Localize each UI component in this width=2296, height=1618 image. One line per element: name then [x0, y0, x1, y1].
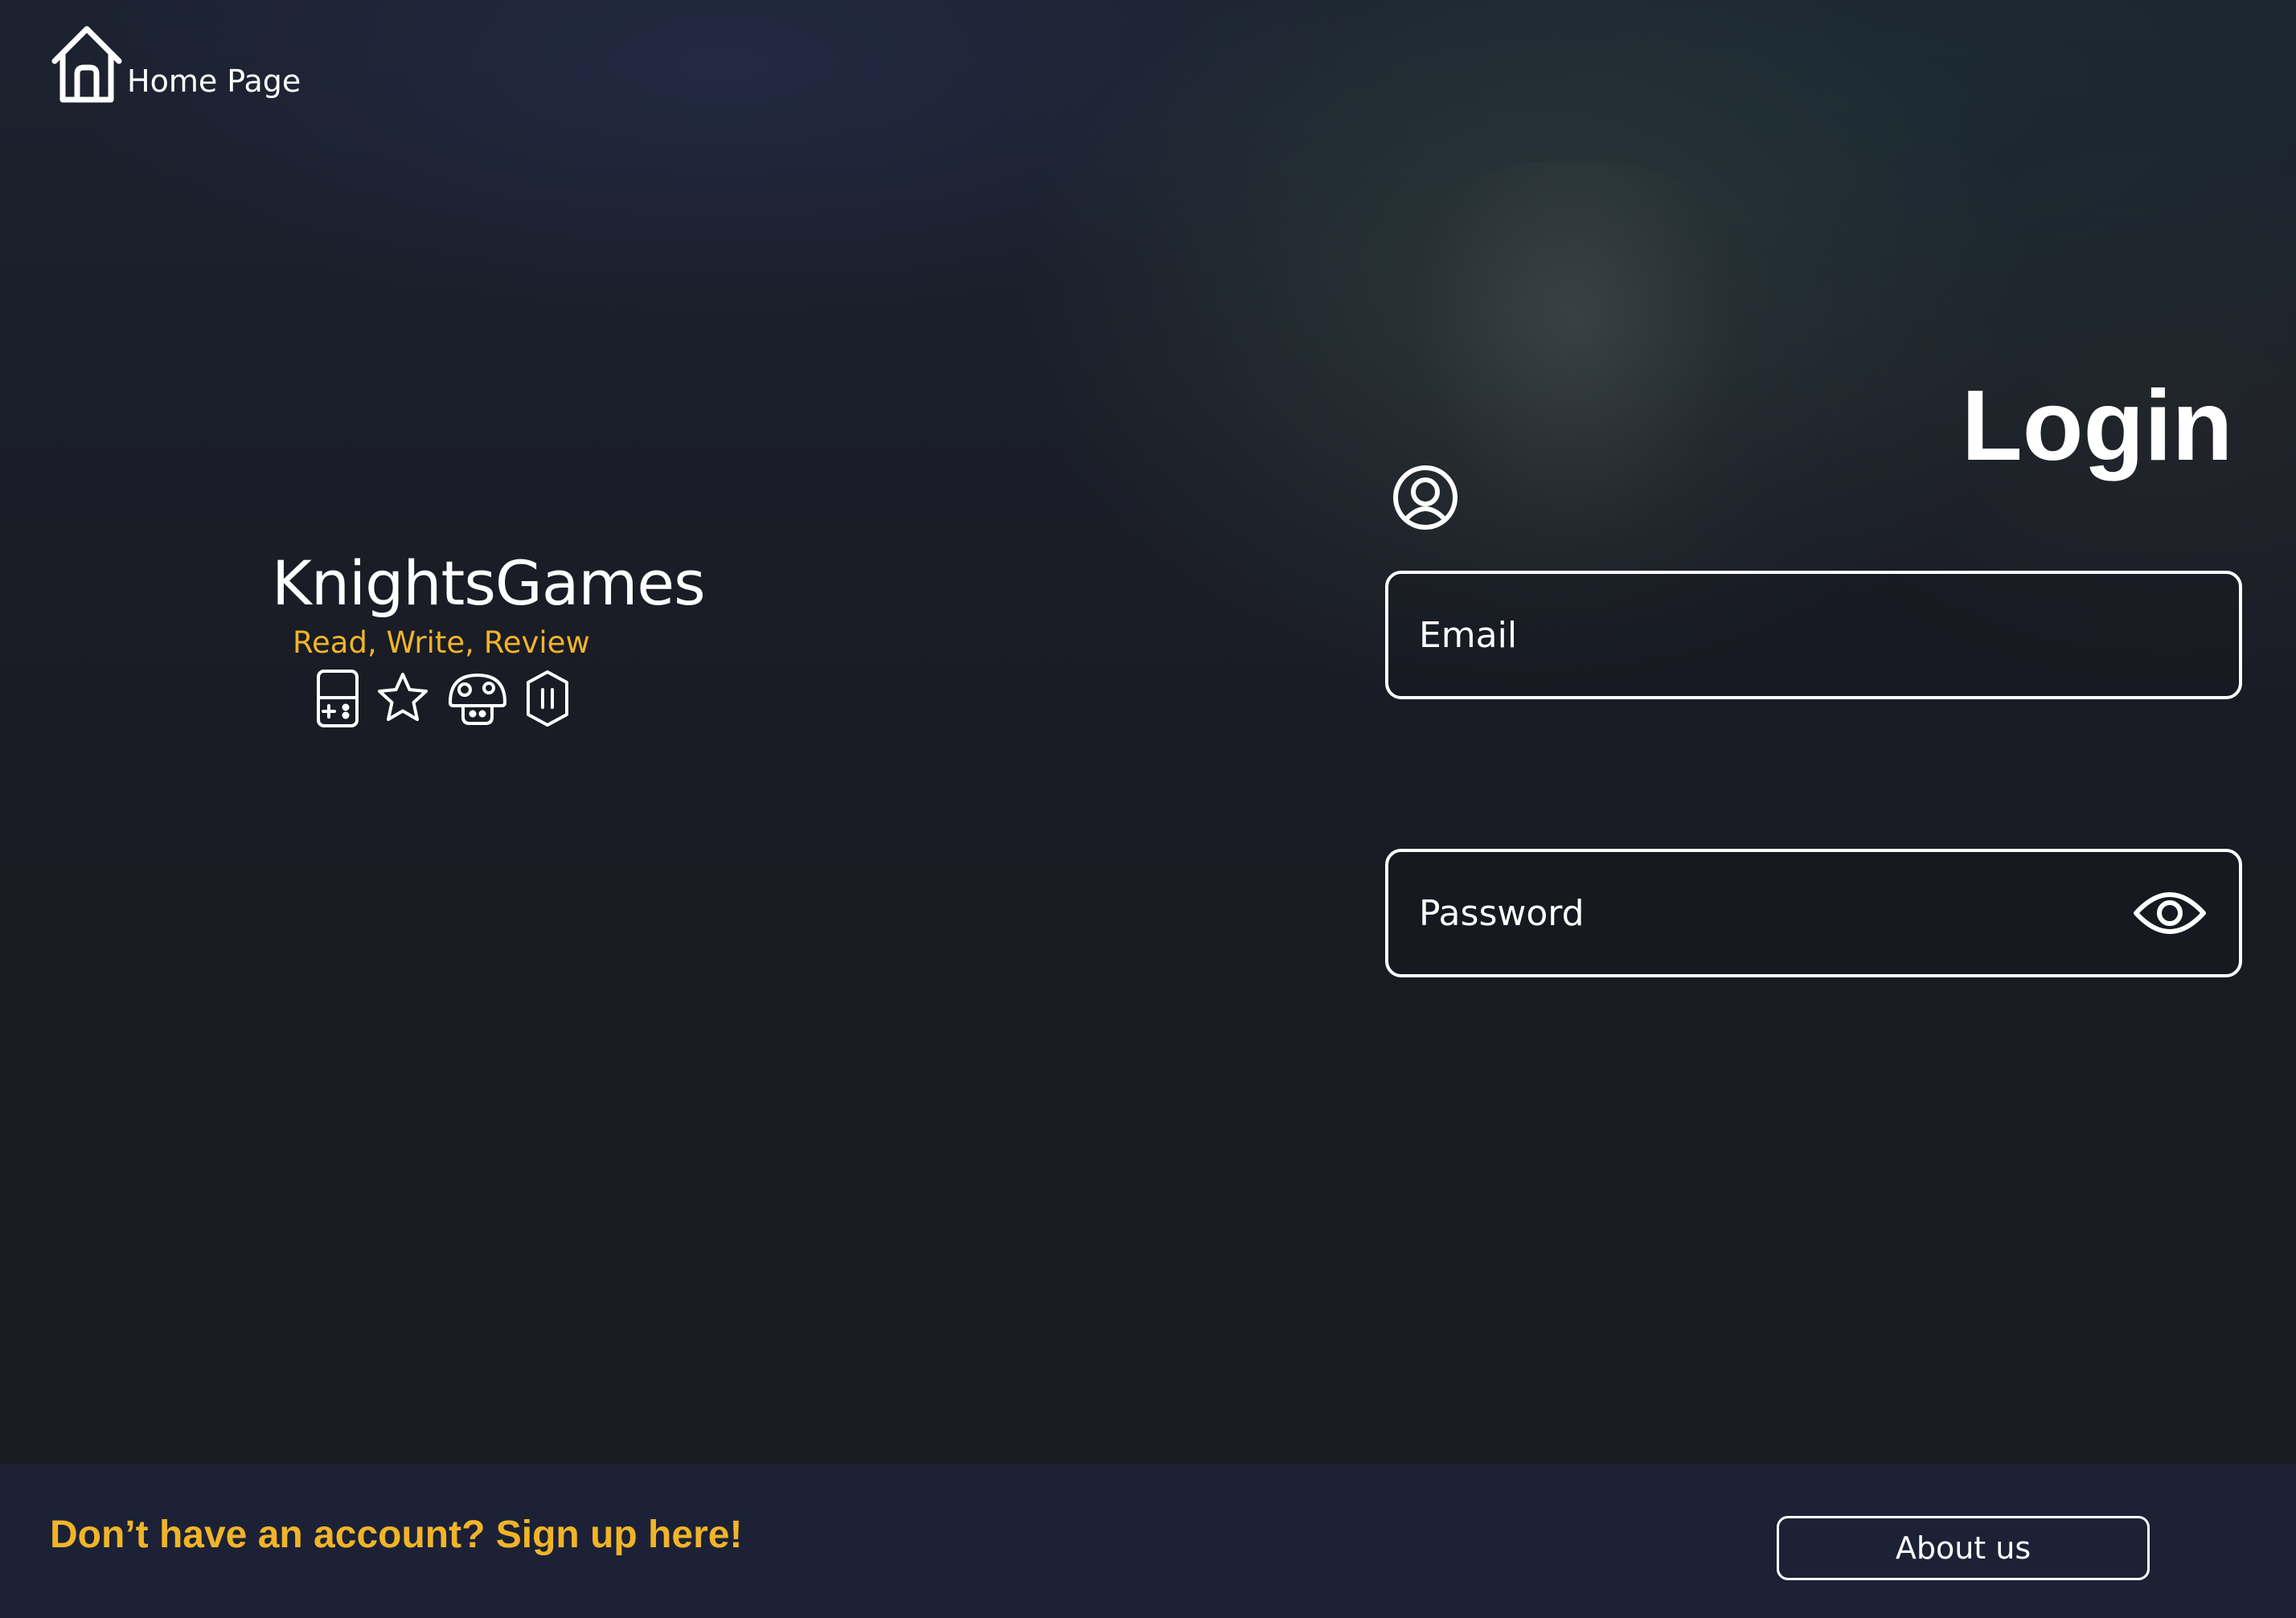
- home-page-link[interactable]: Home Page: [48, 23, 301, 106]
- brand-tagline: Read, Write, Review: [293, 625, 590, 660]
- footer: Don’t have an account? Sign up here! Abo…: [0, 1464, 2296, 1618]
- about-us-button[interactable]: About us: [1777, 1516, 2150, 1580]
- signup-link[interactable]: Don’t have an account? Sign up here!: [50, 1513, 742, 1557]
- background-artwork: [1367, 161, 1785, 611]
- password-field[interactable]: [1385, 849, 2242, 977]
- login-page: Home Page KnightsGames Read, Write, Revi…: [0, 0, 2296, 1618]
- brand-block: KnightsGames Read, Write, Review: [272, 547, 706, 727]
- brand-name: KnightsGames: [272, 547, 706, 619]
- password-input[interactable]: [1419, 892, 2131, 934]
- user-circle-icon: [1391, 463, 1460, 532]
- login-title: Login: [1962, 371, 2233, 481]
- home-icon: [48, 23, 125, 106]
- home-page-label: Home Page: [127, 63, 301, 99]
- star-icon: [375, 670, 431, 727]
- handheld-console-icon: [315, 669, 360, 728]
- eye-icon[interactable]: [2131, 884, 2208, 942]
- brand-icons: [315, 669, 571, 728]
- email-field[interactable]: [1385, 571, 2242, 699]
- email-input[interactable]: [1419, 614, 2208, 656]
- mushroom-icon: [445, 670, 510, 727]
- gem-icon: [524, 669, 571, 728]
